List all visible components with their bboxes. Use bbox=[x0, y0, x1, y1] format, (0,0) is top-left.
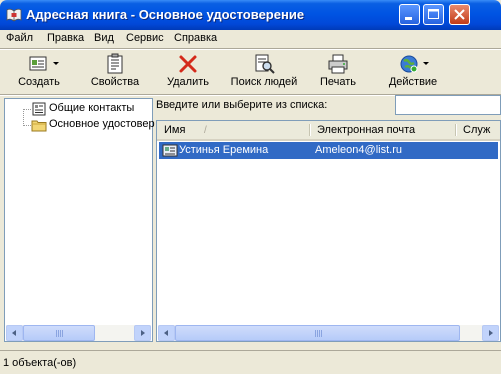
action-icon bbox=[400, 55, 418, 73]
minimize-button[interactable] bbox=[399, 4, 420, 25]
column-header-name[interactable]: Имя / bbox=[157, 121, 309, 139]
tree-connector bbox=[23, 109, 24, 124]
arrow-left-icon bbox=[164, 330, 168, 336]
horizontal-scrollbar[interactable] bbox=[158, 325, 499, 341]
delete-label: Удалить bbox=[167, 76, 209, 88]
column-label: Электронная почта bbox=[317, 124, 416, 136]
properties-button[interactable]: Свойства bbox=[82, 50, 148, 94]
minimize-icon bbox=[405, 17, 412, 20]
horizontal-scrollbar[interactable] bbox=[6, 325, 151, 341]
scroll-left-button[interactable] bbox=[6, 325, 23, 341]
column-header-email[interactable]: Электронная почта bbox=[310, 121, 455, 139]
menu-bar: Файл Правка Вид Сервис Справка bbox=[0, 30, 501, 48]
scroll-thumb[interactable] bbox=[175, 325, 460, 341]
delete-icon bbox=[179, 55, 197, 73]
scroll-left-button[interactable] bbox=[158, 325, 175, 341]
arrow-left-icon bbox=[12, 330, 16, 336]
column-header-work-phone[interactable]: Служ bbox=[456, 121, 500, 139]
contact-name: Устинья Еремина bbox=[179, 144, 269, 156]
menu-file[interactable]: Файл bbox=[6, 32, 33, 44]
arrow-right-icon bbox=[141, 330, 145, 336]
delete-button[interactable]: Удалить bbox=[160, 50, 216, 94]
address-book-icon bbox=[6, 8, 22, 22]
maximize-icon bbox=[428, 9, 439, 19]
toolbar: Создать Свойства Удалить Поиск людей Печ… bbox=[0, 50, 501, 94]
chevron-down-icon bbox=[53, 62, 59, 65]
list-header: Имя / Электронная почта Служ bbox=[157, 121, 500, 141]
tree-item-label: Общие контакты bbox=[49, 102, 135, 114]
action-label: Действие bbox=[388, 76, 438, 88]
scroll-thumb[interactable] bbox=[23, 325, 95, 341]
scroll-right-button[interactable] bbox=[482, 325, 499, 341]
close-button[interactable] bbox=[449, 4, 470, 25]
folder-tree[interactable]: Общие контакты Основное удостовер bbox=[4, 98, 155, 342]
properties-icon bbox=[107, 53, 123, 74]
find-people-icon bbox=[255, 54, 275, 74]
action-button[interactable]: Действие bbox=[382, 50, 444, 94]
print-label: Печать bbox=[319, 76, 357, 88]
contacts-list[interactable]: Имя / Электронная почта Служ Устинья Ере… bbox=[156, 120, 501, 342]
menu-tools[interactable]: Сервис bbox=[126, 32, 164, 44]
sort-indicator-icon: / bbox=[204, 125, 207, 136]
menu-view[interactable]: Вид bbox=[94, 32, 114, 44]
window-title: Адресная книга - Основное удостоверение bbox=[26, 7, 305, 22]
menu-help[interactable]: Справка bbox=[174, 32, 217, 44]
search-input[interactable] bbox=[395, 95, 501, 115]
status-bar: 1 объекта(-ов) bbox=[0, 350, 501, 374]
print-icon bbox=[328, 54, 348, 74]
contact-email: Ameleon4@list.ru bbox=[315, 144, 402, 156]
grip-icon bbox=[314, 330, 322, 337]
properties-label: Свойства bbox=[90, 76, 140, 88]
shared-contacts-icon bbox=[32, 102, 46, 116]
new-contact-button[interactable]: Создать bbox=[4, 50, 74, 94]
maximize-button[interactable] bbox=[423, 4, 444, 25]
tree-item-label: Основное удостовер bbox=[49, 118, 155, 130]
status-text: 1 объекта(-ов) bbox=[3, 357, 77, 369]
close-icon bbox=[454, 9, 465, 20]
chevron-down-icon bbox=[423, 62, 429, 65]
scroll-right-button[interactable] bbox=[134, 325, 151, 341]
arrow-right-icon bbox=[489, 330, 493, 336]
tree-connector bbox=[23, 109, 31, 110]
column-label: Служ bbox=[463, 124, 491, 136]
find-people-button[interactable]: Поиск людей bbox=[226, 50, 302, 94]
print-button[interactable]: Печать bbox=[310, 50, 366, 94]
title-bar[interactable]: Адресная книга - Основное удостоверение bbox=[0, 0, 501, 30]
folder-icon bbox=[31, 120, 47, 132]
new-contact-icon bbox=[29, 56, 47, 71]
column-label: Имя bbox=[164, 124, 186, 136]
search-label: Введите или выберите из списка: bbox=[156, 99, 328, 111]
find-people-label: Поиск людей bbox=[230, 76, 298, 88]
tree-connector bbox=[23, 125, 31, 126]
menu-edit[interactable]: Правка bbox=[47, 32, 84, 44]
contact-card-icon bbox=[162, 144, 178, 157]
table-row[interactable]: Устинья Еремина Ameleon4@list.ru bbox=[159, 142, 498, 159]
grip-icon bbox=[56, 330, 63, 337]
new-contact-label: Создать bbox=[18, 76, 60, 88]
